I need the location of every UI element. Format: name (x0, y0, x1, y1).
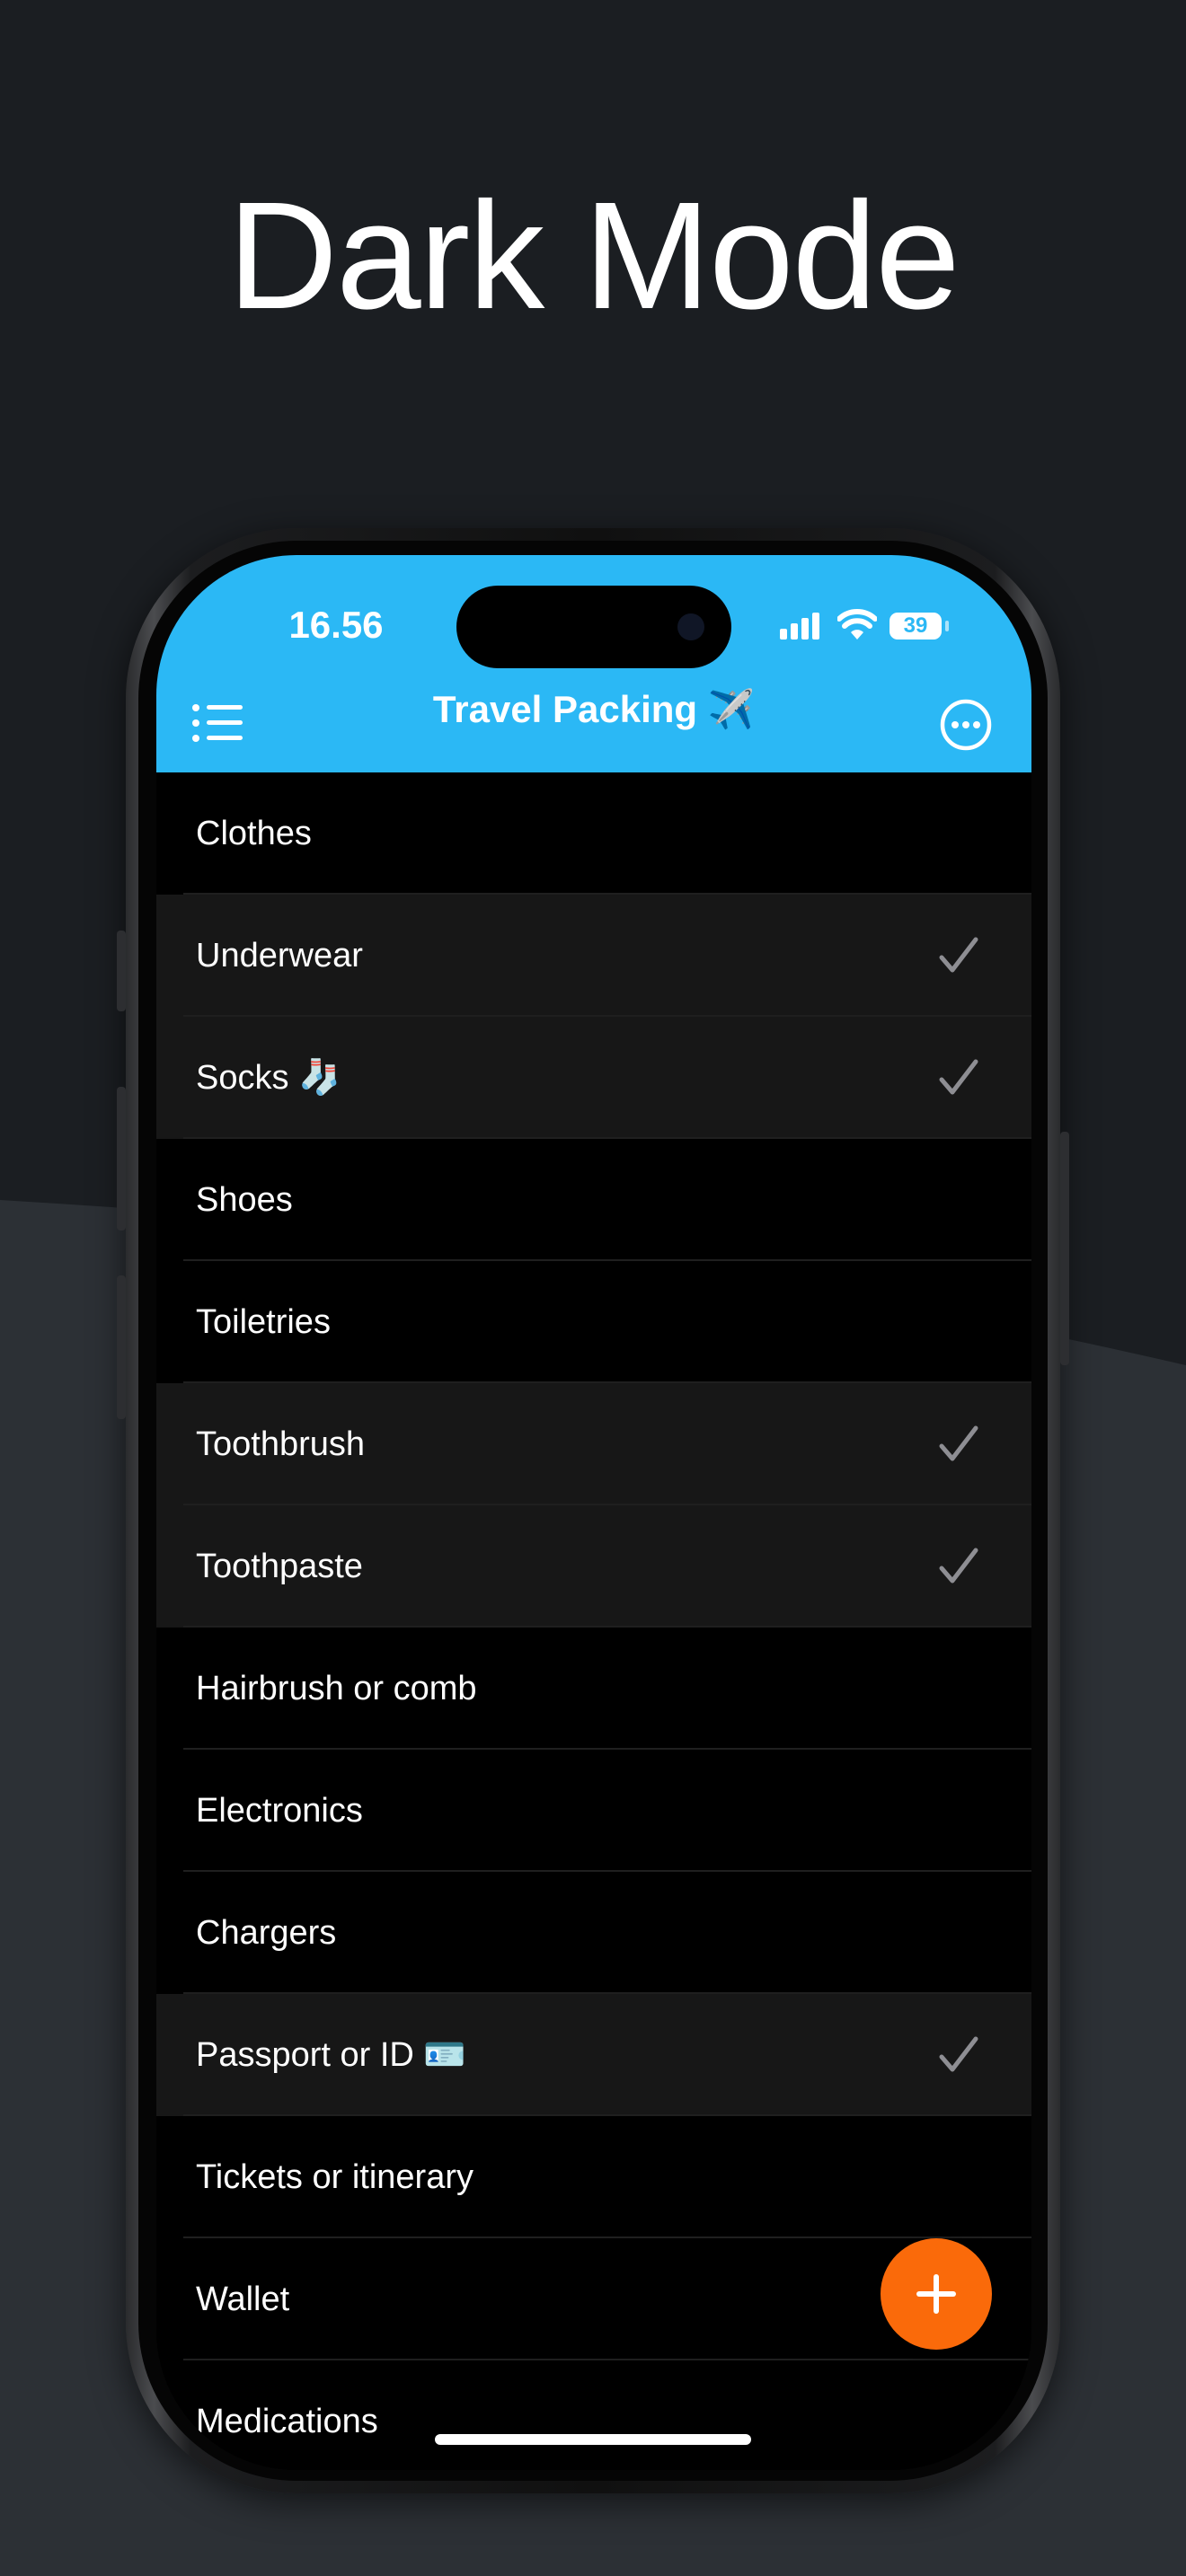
list-item[interactable]: Chargers (156, 1872, 1031, 1994)
list-item[interactable]: Hairbrush or comb (156, 1628, 1031, 1750)
list-item[interactable]: Electronics (156, 1750, 1031, 1872)
checkmark-icon (939, 1425, 978, 1461)
packing-list: Clothes Underwear Socks 🧦 Shoes Toiletries To… (156, 772, 1031, 2470)
nav-header: 16.56 39 Travel Packing ✈️ (156, 555, 1031, 772)
list-item[interactable]: Tickets or itinerary (156, 2116, 1031, 2238)
action-button (117, 931, 126, 1011)
battery-icon: 39 (890, 613, 942, 640)
checkmark-icon (939, 1059, 978, 1095)
list-item[interactable]: Underwear (156, 895, 1031, 1017)
list-item-label: Shoes (196, 1181, 293, 1219)
list-item[interactable]: Medications (156, 2360, 1031, 2470)
list-item-label: Chargers (196, 1914, 337, 1952)
dynamic-island (456, 586, 731, 668)
list-item-label: Toothbrush (196, 1425, 366, 1463)
list-item[interactable]: Shoes (156, 1139, 1031, 1261)
wifi-icon (837, 609, 877, 640)
list-item-label: Socks 🧦 (196, 1059, 341, 1097)
status-icons: 39 (780, 605, 960, 645)
list-item-label: Wallet (196, 2280, 290, 2318)
page-title: Travel Packing ✈️ (432, 688, 756, 730)
volume-down-button (117, 1275, 126, 1419)
list-item-label: Electronics (196, 1792, 363, 1830)
list-item-label: Clothes (196, 815, 312, 852)
checkmark-icon (939, 1548, 978, 1584)
list-item[interactable]: Toothpaste (156, 1505, 1031, 1628)
list-item-label: Hairbrush or comb (196, 1670, 477, 1707)
list-icon[interactable] (190, 701, 244, 745)
headline: Dark Mode (227, 171, 960, 341)
volume-up-button (117, 1087, 126, 1231)
camera-icon (677, 613, 704, 640)
checkmark-icon (939, 937, 978, 973)
list-item-label: Tickets or itinerary (196, 2158, 474, 2196)
list-item-label: Toiletries (196, 1303, 331, 1341)
list-item[interactable]: Socks 🧦 (156, 1017, 1031, 1139)
list-item-label: Passport or ID 🪪 (196, 2036, 466, 2074)
app-screen: 16.56 39 Travel Packing ✈️ Clothes Under… (156, 555, 1031, 2470)
home-indicator (435, 2434, 751, 2445)
list-item[interactable]: Toiletries (156, 1261, 1031, 1383)
list-item[interactable]: Clothes (156, 772, 1031, 895)
power-button (1060, 1132, 1069, 1365)
checkmark-icon (939, 2036, 978, 2072)
status-time: 16.56 (288, 604, 384, 646)
list-item-label: Underwear (196, 937, 363, 975)
list-item-label: Toothpaste (196, 1548, 363, 1585)
ellipsis-circle-icon[interactable] (940, 699, 992, 751)
list-item[interactable]: Toothbrush (156, 1383, 1031, 1505)
plus-icon (916, 2274, 956, 2314)
add-item-button[interactable] (881, 2238, 992, 2350)
list-item[interactable]: Passport or ID 🪪 (156, 1994, 1031, 2116)
list-item-label: Medications (196, 2403, 378, 2440)
